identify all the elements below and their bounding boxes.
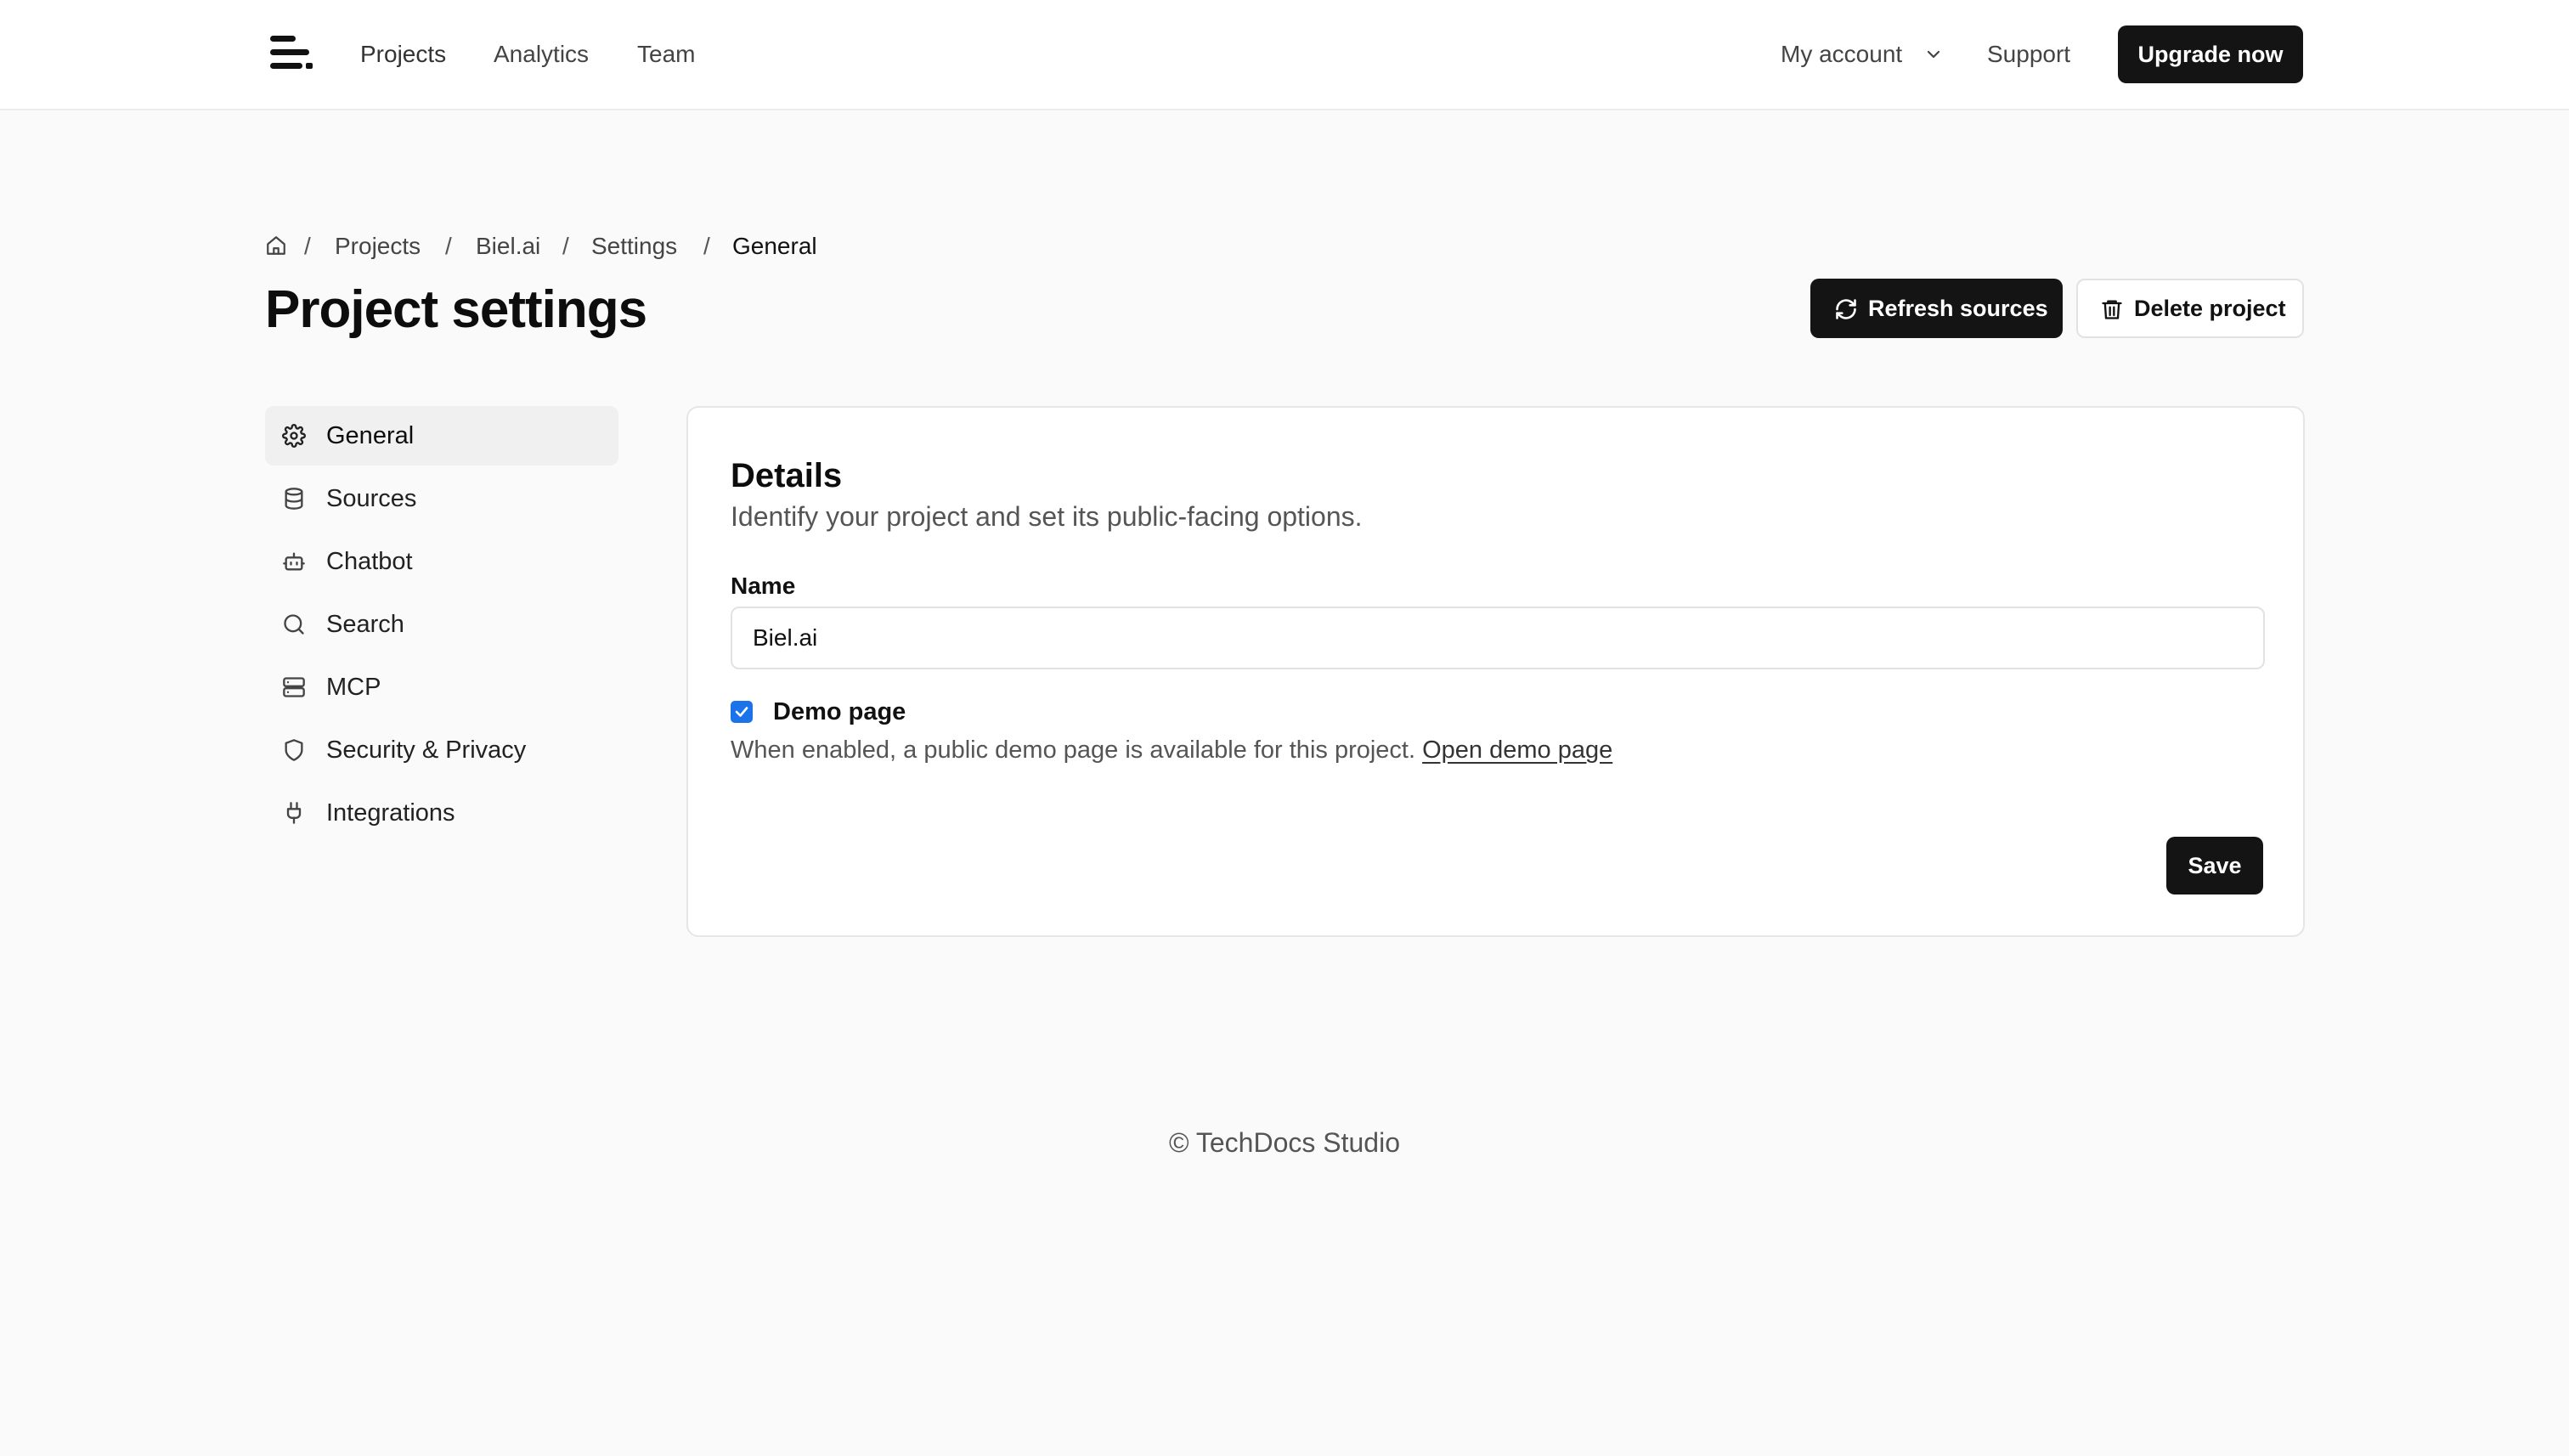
project-name-input[interactable] — [731, 607, 2265, 669]
sidebar-item-search[interactable]: Search — [265, 595, 618, 654]
sidebar-item-security[interactable]: Security & Privacy — [265, 720, 618, 780]
sidebar-item-label: Sources — [326, 485, 417, 512]
breadcrumb-item-projects[interactable]: Projects — [335, 229, 421, 263]
sidebar-item-label: Integrations — [326, 799, 455, 827]
sidebar-item-chatbot[interactable]: Chatbot — [265, 532, 618, 591]
shield-icon — [285, 739, 303, 761]
gear-icon — [282, 424, 306, 448]
details-title: Details — [731, 457, 843, 494]
details-subtitle: Identify your project and set its public… — [731, 501, 1363, 532]
breadcrumb-current: General — [732, 233, 817, 259]
nav-link-analytics[interactable]: Analytics — [494, 37, 589, 71]
delete-project-label: Delete project — [2134, 296, 2286, 321]
delete-project-button[interactable]: Delete project — [2076, 279, 2304, 338]
open-demo-page-link[interactable]: Open demo page — [1422, 736, 1612, 764]
sidebar-item-sources[interactable]: Sources — [265, 469, 618, 528]
home-icon[interactable] — [265, 234, 287, 257]
refresh-icon — [1836, 299, 1856, 319]
refresh-sources-button[interactable]: Refresh sources — [1810, 279, 2063, 338]
upgrade-now-button[interactable]: Upgrade now — [2118, 25, 2303, 83]
sidebar-item-label: Search — [326, 611, 404, 638]
breadcrumb-item-settings[interactable]: Settings — [591, 229, 677, 263]
demo-page-checkbox[interactable] — [731, 701, 753, 723]
server-icon — [283, 677, 305, 697]
chevron-down-icon[interactable] — [1923, 44, 1944, 65]
sidebar-item-label: Chatbot — [326, 548, 413, 575]
breadcrumb-separator: / — [304, 233, 311, 259]
demo-page-label: Demo page — [773, 698, 906, 725]
sidebar-item-label: MCP — [326, 674, 381, 701]
top-navbar: Projects Analytics Team My account Suppo… — [0, 0, 2569, 110]
checkmark-icon — [735, 707, 748, 717]
brand-logo-icon[interactable] — [270, 34, 314, 73]
trash-icon — [2102, 300, 2122, 319]
breadcrumb-separator: / — [703, 233, 710, 259]
sidebar-item-label: Security & Privacy — [326, 736, 527, 764]
refresh-sources-label: Refresh sources — [1868, 296, 2048, 321]
page-title: Project settings — [265, 280, 647, 339]
sidebar-item-label: General — [326, 422, 415, 449]
demo-page-help: When enabled, a public demo page is avai… — [731, 733, 1612, 767]
breadcrumb-item-project[interactable]: Biel.ai — [476, 229, 540, 263]
sidebar-item-mcp[interactable]: MCP — [265, 657, 618, 717]
save-button[interactable]: Save — [2166, 837, 2263, 894]
breadcrumb-separator: / — [562, 233, 569, 259]
plug-icon — [286, 802, 302, 824]
sidebar-item-general[interactable]: General — [265, 406, 618, 466]
name-label: Name — [731, 573, 796, 599]
nav-link-projects[interactable]: Projects — [360, 37, 446, 71]
demo-help-text: When enabled, a public demo page is avai… — [731, 736, 1416, 764]
sidebar-item-integrations[interactable]: Integrations — [265, 783, 618, 843]
search-icon — [284, 614, 304, 635]
nav-link-team[interactable]: Team — [637, 37, 695, 71]
footer-copyright: © TechDocs Studio — [1168, 1127, 1400, 1158]
details-card: Details Identify your project and set it… — [686, 406, 2305, 937]
robot-icon — [283, 552, 305, 571]
database-icon — [285, 488, 303, 510]
breadcrumb-separator: / — [445, 233, 452, 259]
my-account-dropdown[interactable]: My account — [1781, 37, 1902, 71]
nav-link-support[interactable]: Support — [1987, 37, 2070, 71]
